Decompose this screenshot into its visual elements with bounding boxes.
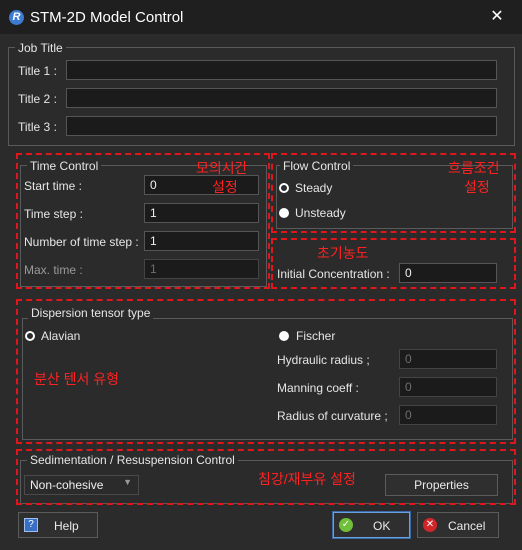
initial-concentration-input[interactable]	[399, 263, 497, 283]
title1-label: Title 1 :	[18, 64, 57, 78]
title2-input[interactable]	[66, 88, 497, 108]
cancel-label: Cancel	[448, 519, 486, 533]
initial-concentration-label: Initial Concentration :	[277, 267, 390, 281]
title3-input[interactable]	[66, 116, 497, 136]
app-icon: R	[9, 10, 24, 25]
help-button[interactable]: ? Help	[18, 512, 98, 538]
help-label: Help	[54, 519, 79, 533]
flow-control-annotation-line1: 흐름조건	[448, 160, 500, 176]
initial-concentration-annotation: 초기농도	[317, 245, 369, 261]
ok-label: OK	[373, 519, 391, 533]
window-title: STM-2D Model Control	[30, 9, 184, 26]
title1-input[interactable]	[66, 60, 497, 80]
sedimentation-annotation: 침강/재부유 설정	[258, 471, 356, 487]
help-icon: ?	[24, 518, 38, 532]
dispersion-annotation: 분산 텐서 유형	[34, 371, 120, 387]
cancel-button[interactable]: ✕ Cancel	[417, 512, 499, 538]
time-control-annotation-line1: 모의시간	[196, 160, 248, 176]
title3-label: Title 3 :	[18, 120, 57, 134]
ok-button[interactable]: ✓ OK	[332, 511, 411, 539]
title2-label: Title 2 :	[18, 92, 57, 106]
job-title-group-label: Job Title	[15, 41, 66, 55]
cancel-icon: ✕	[423, 518, 437, 532]
check-icon: ✓	[339, 518, 353, 532]
close-icon[interactable]: ✕	[488, 8, 506, 26]
time-control-annotation-line2: 설정	[212, 179, 238, 195]
flow-control-annotation-line2: 설정	[464, 179, 490, 195]
